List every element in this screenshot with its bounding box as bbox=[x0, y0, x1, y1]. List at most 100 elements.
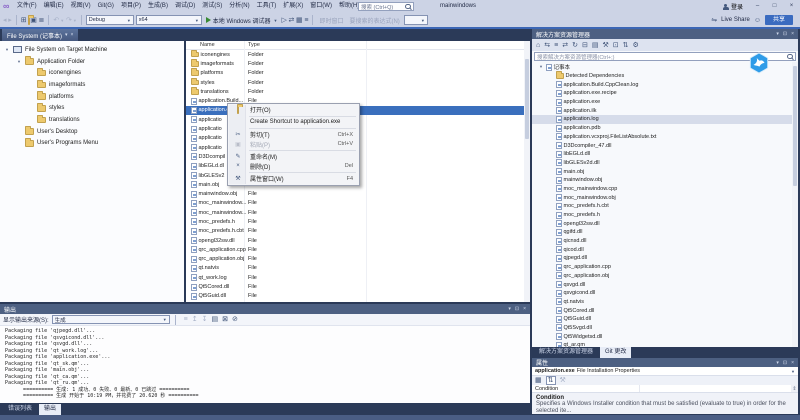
prev-message-icon[interactable]: ↥ bbox=[192, 316, 198, 323]
file-row-27[interactable]: Qt5Svgd.dllFile bbox=[186, 301, 530, 302]
context-menu-item-4[interactable]: ✎ 重命名(M) bbox=[229, 152, 358, 162]
next-message-icon[interactable]: ↧ bbox=[202, 316, 208, 323]
tab-file-system[interactable]: File System (记事本) ▾ × bbox=[2, 29, 79, 41]
window-position-icon[interactable]: ▾ bbox=[508, 306, 511, 312]
solution-item-18[interactable]: qgifd.dll bbox=[532, 228, 798, 237]
forward-icon[interactable]: ▸ bbox=[8, 17, 12, 24]
stop-autoscroll-icon[interactable]: ⊘ bbox=[232, 316, 238, 323]
solution-item-11[interactable]: main.obj bbox=[532, 167, 798, 176]
file-row-22[interactable]: qrc_application.obj File bbox=[186, 255, 530, 264]
context-menu-item-5[interactable]: × 删除(D) Del bbox=[229, 162, 358, 172]
grid-scrollbar[interactable]: ⇕ bbox=[791, 385, 798, 392]
file-list-scrollbar[interactable] bbox=[524, 41, 530, 302]
pin-icon[interactable]: ⊡ bbox=[783, 31, 787, 37]
sort-icon[interactable]: ⇅ bbox=[623, 42, 629, 49]
start-without-debugging-icon[interactable]: ▷ bbox=[281, 17, 286, 24]
file-row-15[interactable]: mainwindow.obj File bbox=[186, 189, 530, 198]
context-menu-item-0[interactable]: 打开(O) bbox=[229, 105, 358, 115]
solution-item-25[interactable]: qsvgicond.dll bbox=[532, 289, 798, 298]
solution-item-17[interactable]: opengl32sw.dll bbox=[532, 219, 798, 228]
context-menu-item-2[interactable]: ✂ 剪切(T) Ctrl+X bbox=[229, 130, 358, 140]
undo-icon[interactable]: ↶ bbox=[53, 17, 59, 24]
tab-caret-icon[interactable]: ▾ bbox=[65, 32, 68, 38]
feedback-icon[interactable]: ☺ bbox=[754, 17, 761, 24]
solution-item-10[interactable]: libGLESv2d.dll bbox=[532, 159, 798, 168]
solution-item-23[interactable]: qrc_application.obj bbox=[532, 272, 798, 281]
tree-expander-icon[interactable]: ▾ bbox=[4, 47, 10, 53]
fs-tree-item-5[interactable]: styles bbox=[0, 102, 184, 114]
property-value-condition[interactable] bbox=[640, 385, 798, 392]
solution-item-21[interactable]: qjpegd.dll bbox=[532, 254, 798, 263]
quick-launch-search-input[interactable]: 搜索 (Ctrl+Q) bbox=[358, 2, 414, 11]
show-all-files-icon[interactable]: ▤ bbox=[592, 42, 599, 49]
solution-item-5[interactable]: application.log bbox=[532, 115, 798, 124]
file-row-0[interactable]: iconengines Folder bbox=[186, 50, 530, 59]
notification-bird-badge[interactable] bbox=[748, 52, 770, 74]
solution-platform-combo[interactable]: x64 ▼ bbox=[135, 15, 202, 25]
solution-item-9[interactable]: libEGLd.dll bbox=[532, 150, 798, 159]
menubar-item-8[interactable]: 分析(N) bbox=[226, 0, 253, 13]
file-row-2[interactable]: platforms Folder bbox=[186, 68, 530, 78]
properties-icon[interactable]: ⚒ bbox=[602, 42, 608, 49]
fs-tree-item-8[interactable]: User's Programs Menu bbox=[0, 138, 184, 150]
menubar-item-3[interactable]: Git(G) bbox=[94, 0, 117, 13]
file-row-20[interactable]: opengl32sw.dll File bbox=[186, 236, 530, 245]
right-tab-1[interactable]: Git 更改 bbox=[600, 347, 632, 358]
output-source-combo[interactable]: 生成 ▼ bbox=[51, 315, 170, 324]
close-icon[interactable]: × bbox=[523, 306, 526, 312]
context-menu-item-3[interactable]: ▣ 粘贴(P) Ctrl+V bbox=[229, 140, 358, 150]
live-share-button[interactable]: Live Share bbox=[721, 17, 750, 23]
file-row-25[interactable]: Qt5Cored.dll File bbox=[186, 282, 530, 291]
solution-item-20[interactable]: qicod.dll bbox=[532, 245, 798, 254]
file-row-16[interactable]: moc_mainwindow... File bbox=[186, 199, 530, 208]
solution-item-1[interactable]: application.Build.CppClean.log bbox=[532, 80, 798, 89]
menubar-item-7[interactable]: 测试(S) bbox=[199, 0, 226, 13]
dropdown-caret-icon[interactable]: ▼ bbox=[60, 18, 64, 23]
solution-item-12[interactable]: mainwindow.obj bbox=[532, 176, 798, 185]
window-position-icon[interactable]: ▾ bbox=[776, 31, 779, 37]
save-all-icon[interactable]: ≣ bbox=[39, 17, 45, 24]
solution-item-26[interactable]: qt.natvis bbox=[532, 298, 798, 307]
fs-tree-item-1[interactable]: ▾ Application Folder bbox=[0, 56, 184, 68]
sync-active-document-icon[interactable]: ⇄ bbox=[562, 42, 568, 49]
solution-item-29[interactable]: Qt5Svgd.dll bbox=[532, 324, 798, 333]
fs-tree-item-4[interactable]: platforms bbox=[0, 91, 184, 103]
messages-icon[interactable]: ≡ bbox=[184, 316, 188, 323]
sync-icon[interactable]: ⇄ bbox=[289, 17, 295, 24]
column-header-name[interactable]: Name bbox=[200, 42, 215, 48]
refresh-icon[interactable]: ↻ bbox=[572, 42, 578, 49]
collapse-all-icon[interactable]: ⊟ bbox=[582, 42, 588, 49]
close-icon[interactable]: × bbox=[791, 31, 794, 37]
solution-item-16[interactable]: moc_predefs.h bbox=[532, 211, 798, 220]
menubar-item-0[interactable]: 文件(F) bbox=[13, 0, 40, 13]
toolbar-mini-combo[interactable]: ▼ bbox=[403, 15, 428, 25]
file-row-4[interactable]: translations Folder bbox=[186, 87, 530, 96]
fs-tree-item-3[interactable]: imageformats bbox=[0, 79, 184, 91]
bottom-tab-1[interactable]: 输出 bbox=[39, 403, 62, 415]
close-icon[interactable]: × bbox=[791, 360, 794, 366]
alphabetical-icon[interactable]: ⇅ bbox=[545, 376, 556, 385]
right-tab-0[interactable]: 解决方案资源管理器 bbox=[534, 347, 598, 358]
file-row-19[interactable]: moc_predefs.h.cbt File bbox=[186, 227, 530, 236]
close-button[interactable]: × bbox=[783, 0, 800, 13]
solution-item-24[interactable]: qsvgd.dll bbox=[532, 280, 798, 289]
minimize-button[interactable]: – bbox=[749, 0, 766, 13]
sign-in-button[interactable]: 登录 bbox=[722, 2, 743, 11]
redo-icon[interactable]: ↷ bbox=[66, 17, 72, 24]
file-row-3[interactable]: styles Folder bbox=[186, 77, 530, 87]
fs-tree-item-7[interactable]: User's Desktop bbox=[0, 126, 184, 138]
solution-item-4[interactable]: application.ilk bbox=[532, 106, 798, 115]
list-icon[interactable]: ≡ bbox=[304, 17, 308, 24]
preview-code-icon[interactable]: ⊡ bbox=[613, 42, 619, 49]
home-icon[interactable]: ⌂ bbox=[536, 42, 540, 49]
tab-close-icon[interactable]: × bbox=[71, 32, 74, 38]
pin-icon[interactable]: ⊡ bbox=[515, 306, 519, 312]
file-row-24[interactable]: qt_work.log File bbox=[186, 273, 530, 282]
fs-tree-item-2[interactable]: iconengines bbox=[0, 67, 184, 79]
solution-configuration-combo[interactable]: Debug ▼ bbox=[85, 15, 134, 25]
menubar-item-1[interactable]: 编辑(E) bbox=[40, 0, 67, 13]
fs-tree-item-6[interactable]: translations bbox=[0, 114, 184, 126]
window-position-icon[interactable]: ▾ bbox=[776, 360, 779, 366]
menubar-item-10[interactable]: 扩展(X) bbox=[280, 0, 307, 13]
layout-icon[interactable]: ▦ bbox=[296, 17, 303, 24]
